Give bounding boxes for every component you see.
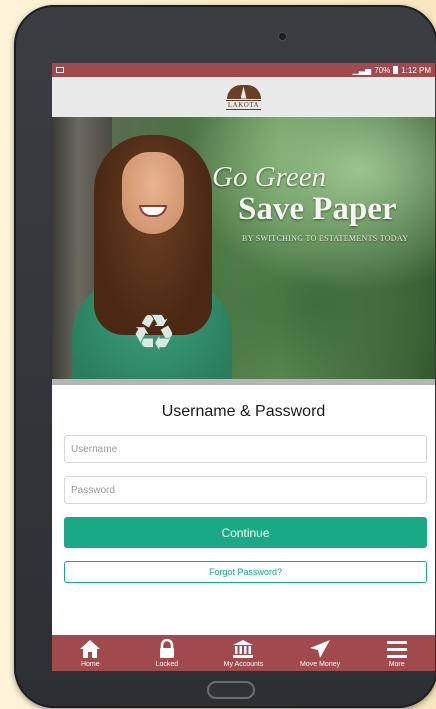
logo: LAKOTA — [225, 84, 262, 110]
nav-label-home: Home — [80, 661, 100, 668]
send-icon — [309, 638, 331, 660]
battery-icon — [393, 66, 399, 74]
login-title: Username & Password — [161, 403, 326, 420]
username-input[interactable] — [64, 435, 427, 463]
forgot-password-button[interactable]: Forgot Password? — [64, 561, 427, 583]
recycle-icon: ♻ — [131, 304, 177, 362]
menu-icon — [386, 638, 408, 660]
nav-item-move-money[interactable]: Move Money — [285, 635, 355, 671]
nav-item-my-accounts[interactable]: My Accounts — [208, 635, 278, 671]
screen: ▁▃▅ 70% 1:12 PM LAKOTA ♻ Go Green Save P… — [52, 63, 435, 671]
logo-dome-icon — [226, 84, 261, 99]
nav-label-locked: Locked — [155, 661, 179, 668]
nav-item-home[interactable]: Home — [55, 635, 125, 671]
bottom-nav: Home Locked My Accounts Move Money More — [52, 635, 435, 671]
tablet-frame: ▁▃▅ 70% 1:12 PM LAKOTA ♻ Go Green Save P… — [14, 5, 436, 708]
nav-label-more: More — [388, 661, 405, 668]
home-icon — [79, 638, 101, 660]
signal-icon: ▁▃▅ — [352, 65, 372, 75]
lock-icon — [158, 638, 176, 660]
password-input[interactable] — [64, 476, 427, 504]
status-right: ▁▃▅ 70% 1:12 PM — [353, 66, 431, 75]
nav-label-move-money: Move Money — [300, 661, 341, 668]
banner-tagline: BY SWITCHING TO ESTATEMENTS TODAY — [242, 234, 409, 243]
continue-button[interactable]: Continue — [64, 517, 427, 548]
nav-item-locked[interactable]: Locked — [132, 635, 202, 671]
banner-divider — [52, 379, 435, 385]
image-notification-icon — [56, 67, 64, 73]
bank-icon — [232, 638, 254, 660]
promo-banner: ♻ Go Green Save Paper BY SWITCHING TO ES… — [52, 117, 435, 383]
logo-text: LAKOTA — [225, 99, 262, 110]
girl-face — [122, 152, 184, 234]
logo-bar: LAKOTA — [52, 77, 435, 117]
banner-headline-2: Save Paper — [238, 191, 397, 227]
banner-headline-1: Go Green — [212, 161, 327, 193]
camera-icon — [279, 33, 286, 40]
nav-item-more[interactable]: More — [362, 635, 432, 671]
home-hardware-button[interactable] — [207, 681, 255, 699]
clock-time: 1:12 PM — [401, 65, 431, 75]
nav-label-my-accounts: My Accounts — [223, 661, 264, 668]
status-bar: ▁▃▅ 70% 1:12 PM — [52, 63, 435, 77]
battery-level: 70% — [374, 65, 391, 75]
